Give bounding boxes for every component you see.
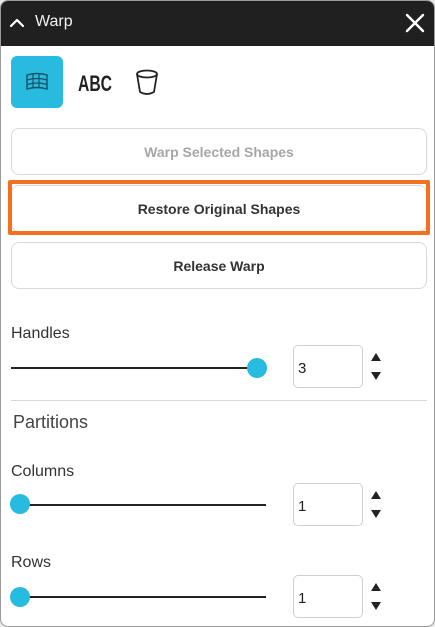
columns-input[interactable]: 1 [293,483,363,526]
rows-input[interactable]: 1 [293,575,363,618]
columns-decrement-icon[interactable] [370,509,382,519]
svg-text:ABC: ABC [78,71,112,96]
tab-text-warp[interactable]: ABC [69,56,121,108]
warp-mode-tabs: ABC [11,56,211,108]
release-warp-button[interactable]: Release Warp [11,242,427,289]
abc-text-icon: ABC [78,71,112,96]
tab-envelope-shape[interactable] [121,56,173,108]
section-divider [11,400,427,401]
chevron-up-icon[interactable] [7,13,27,33]
rows-increment-icon[interactable] [370,582,382,592]
rows-slider-thumb[interactable] [10,587,30,607]
partitions-title: Partitions [13,412,89,432]
handles-increment-icon[interactable] [370,352,382,362]
columns-slider-track[interactable] [11,504,266,506]
warp-grid-icon [26,72,48,90]
rows-slider-track[interactable] [11,596,266,598]
close-icon[interactable] [404,12,426,34]
tab-warp-grid[interactable] [11,56,63,108]
cup-shape-icon [136,69,158,95]
handles-slider-thumb[interactable] [247,358,267,378]
handles-input[interactable]: 3 [293,345,363,388]
warp-selected-shapes-button[interactable]: Warp Selected Shapes [11,128,427,175]
rows-decrement-icon[interactable] [370,601,382,611]
handles-label: Handles [11,325,70,342]
columns-slider-thumb[interactable] [10,494,30,514]
highlight-box [8,180,430,235]
columns-increment-icon[interactable] [370,490,382,500]
rows-label: Rows [11,554,52,571]
columns-label: Columns [11,463,75,480]
panel-title: Warp [35,13,73,30]
handles-decrement-icon[interactable] [370,371,382,381]
title-bar: Warp [1,1,434,46]
warp-panel: Warp ABC Warp Selected Shapes Restore Or… [0,0,435,627]
handles-slider-track[interactable] [11,367,258,369]
